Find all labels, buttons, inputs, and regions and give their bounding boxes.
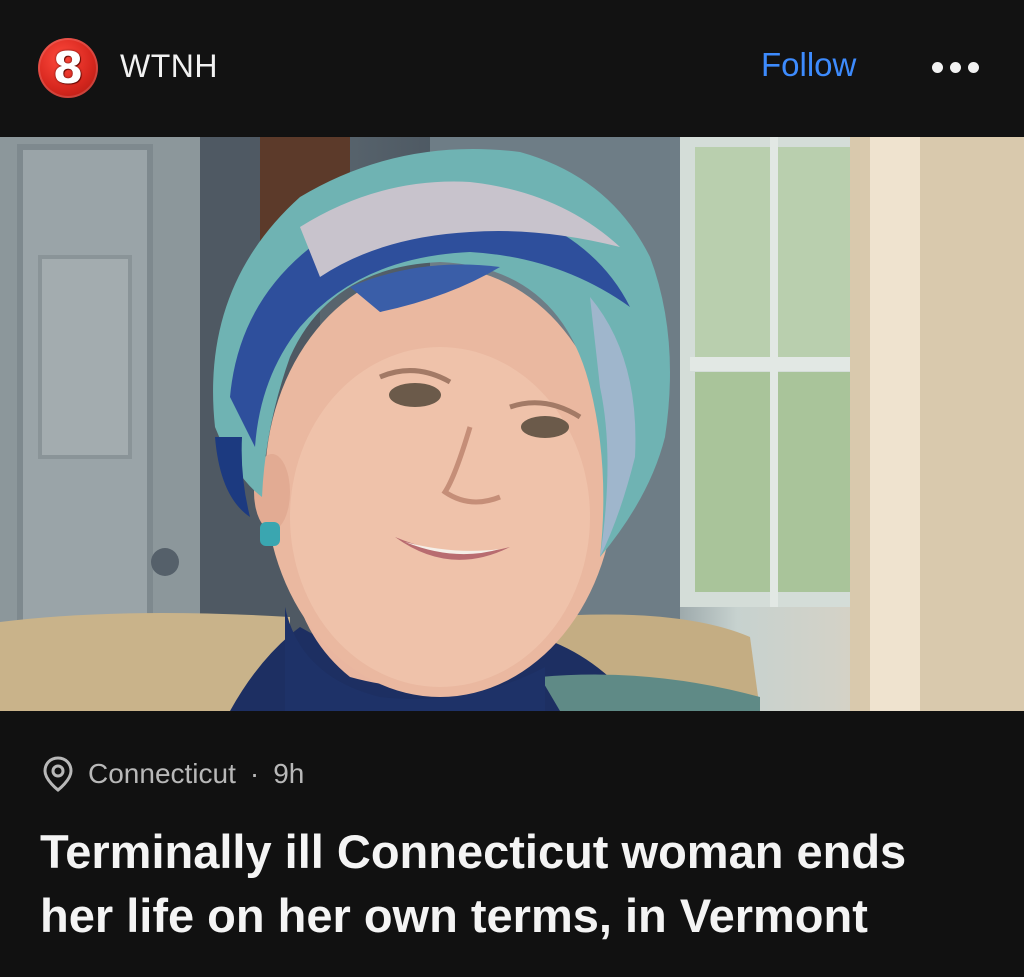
source-name[interactable]: WTNH (120, 48, 218, 85)
article-meta: Connecticut · 9h (42, 756, 304, 792)
article-image[interactable] (0, 137, 1024, 711)
meta-separator: · (249, 758, 260, 789)
wtnh-logo[interactable]: 8 (38, 38, 98, 98)
follow-button[interactable]: Follow (761, 46, 856, 84)
location-label[interactable]: Connecticut (88, 758, 236, 790)
card-header: 8 WTNH Follow (0, 0, 1024, 136)
more-options-icon[interactable] (930, 52, 980, 82)
location-pin-icon (43, 756, 73, 792)
woman-portrait-image (0, 137, 1024, 711)
article-headline[interactable]: Terminally ill Connecticut woman ends he… (40, 820, 990, 948)
news-card[interactable]: 8 WTNH Follow Connecticut · 9h Terminall… (0, 0, 1024, 977)
time-ago: 9h (273, 758, 305, 789)
